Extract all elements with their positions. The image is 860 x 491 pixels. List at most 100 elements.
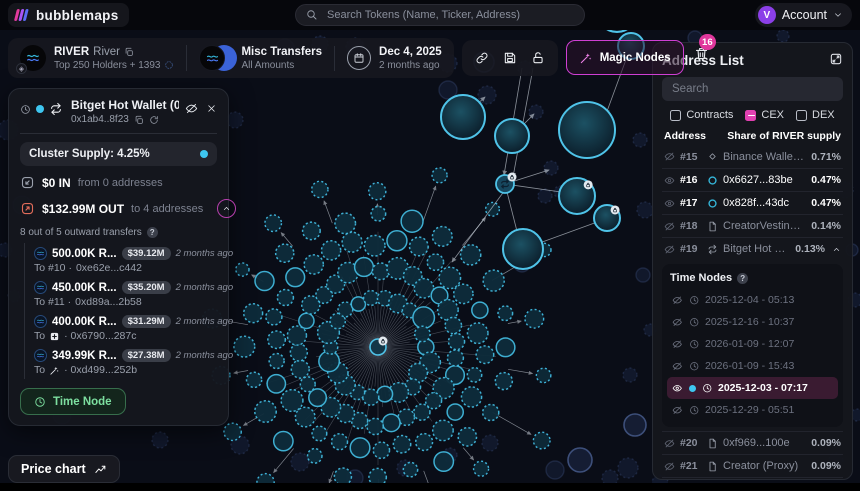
checkbox-icon[interactable] — [796, 110, 807, 121]
filter-checkbox[interactable]: DEX — [796, 109, 835, 121]
address-row[interactable]: #22 PancakeSwap Vault ... 0.08% — [662, 477, 843, 480]
lock-button[interactable] — [524, 40, 552, 76]
time-node-row[interactable]: 2026-01-09 - 15:43 — [667, 355, 838, 377]
clock-icon — [689, 295, 700, 306]
clock-icon — [689, 317, 700, 328]
time-nodes-panel: Time Nodes 2025-12-04 - 05:13 2025-12-16… — [662, 264, 843, 427]
chevron-up-icon[interactable] — [832, 245, 841, 254]
address-search-input[interactable] — [670, 82, 835, 96]
address-row[interactable]: #21 Creator (Proxy) 0.09% — [662, 454, 843, 477]
time-node-label: 2025-12-04 - 05:13 — [705, 294, 794, 306]
visibility-toggle-icon[interactable] — [664, 221, 675, 232]
visibility-toggle-icon[interactable] — [664, 244, 675, 255]
token-search[interactable] — [295, 4, 585, 26]
save-button[interactable] — [496, 40, 524, 76]
visibility-toggle-icon[interactable] — [664, 461, 675, 472]
address-name: CreatorVestingV2 — [723, 220, 806, 232]
address-rank: #16 — [680, 174, 702, 186]
account-menu[interactable]: V Account — [755, 3, 852, 27]
share-link-button[interactable] — [468, 40, 496, 76]
time-node-row[interactable]: 2025-12-03 - 07:17 — [667, 377, 838, 399]
filter-checkbox[interactable]: Contracts — [670, 109, 733, 121]
bubblemaps-logo[interactable]: bubblemaps — [8, 3, 129, 27]
transfer-row[interactable]: 500.00K R... $39.12M 2 months ago To #10… — [34, 243, 217, 277]
time-node-button[interactable]: Time Node — [20, 388, 126, 415]
link-icon — [475, 51, 489, 65]
address-row[interactable]: #16 0x6627...83be 0.47% — [662, 168, 843, 191]
time-node-row[interactable]: 2025-12-29 - 05:51 — [667, 399, 838, 421]
address-row[interactable]: #19 Bitget Hot Wall... 0.13% — [662, 237, 843, 260]
address-row[interactable]: #17 0x828f...43dc 0.47% — [662, 191, 843, 214]
lock-open-icon — [531, 51, 545, 65]
cluster-color-dot — [200, 150, 208, 158]
copy-icon[interactable] — [124, 47, 134, 57]
visibility-toggle-icon[interactable] — [672, 317, 683, 328]
chart-line-icon — [94, 463, 107, 476]
transfer-row[interactable]: 400.00K R... $31.29M 2 months ago To · 0… — [34, 311, 217, 345]
river-token-icon — [34, 349, 47, 362]
address-filters: Contracts CEX DEX — [662, 109, 843, 121]
col-address: Address — [664, 130, 706, 142]
transfer-amount: 400.00K R... — [52, 316, 117, 328]
transfer-row[interactable]: 349.99K R... $27.38M 2 months ago To · 0… — [34, 345, 217, 379]
visibility-toggle-icon[interactable] — [664, 175, 675, 186]
transfer-to-address[interactable]: 0xe62e...c442 — [76, 262, 142, 274]
time-node-row[interactable]: 2025-12-04 - 05:13 — [667, 289, 838, 311]
hide-wallet-icon[interactable] — [185, 102, 198, 115]
map-controls: ◈ RIVER River Top 250 Holders + 1393 Mis… — [8, 38, 711, 78]
address-search[interactable] — [662, 77, 843, 101]
logo-text: bubblemaps — [36, 8, 119, 23]
checkbox-icon[interactable] — [670, 110, 681, 121]
date-selector[interactable]: Dec 4, 2025 2 months ago — [334, 46, 454, 71]
time-nodes-title: Time Nodes — [670, 272, 732, 284]
time-node-row[interactable]: 2026-01-09 - 12:07 — [667, 333, 838, 355]
address-row[interactable]: #20 0xf969...100e 0.09% — [662, 431, 843, 454]
copy-address-icon[interactable] — [134, 115, 144, 125]
filter-checkbox[interactable]: CEX — [745, 109, 784, 121]
transfer-row[interactable]: 450.00K R... $35.20M 2 months ago To #11… — [34, 277, 217, 311]
time-node-row[interactable]: 2025-12-16 - 10:37 — [667, 311, 838, 333]
account-label: Account — [782, 8, 827, 22]
transfer-to-address[interactable]: 0xd89a...2b58 — [75, 296, 142, 308]
close-panel-icon[interactable] — [206, 103, 217, 114]
price-chart-button[interactable]: Price chart — [8, 455, 120, 483]
magic-nodes-button[interactable]: Magic Nodes — [566, 40, 684, 75]
address-share: 0.09% — [811, 437, 841, 449]
transfer-to-label: To #11 · — [34, 296, 71, 308]
transfer-usd-badge: $35.20M — [122, 281, 171, 294]
time-node-label: 2026-01-09 - 15:43 — [705, 360, 794, 372]
question-icon[interactable] — [147, 227, 158, 238]
visibility-toggle-icon[interactable] — [672, 361, 683, 372]
transfer-to-address[interactable]: · 0xd499...252b — [64, 364, 137, 376]
address-type-icon — [707, 151, 718, 162]
expand-panel-button[interactable] — [829, 52, 843, 69]
visibility-toggle-icon[interactable] — [664, 438, 675, 449]
address-name: 0x6627...83be — [723, 174, 806, 186]
external-link-icon[interactable] — [149, 115, 159, 125]
inflow-row: $0 IN from 0 addresses — [20, 175, 217, 190]
visibility-toggle-icon[interactable] — [664, 151, 675, 162]
transfer-time: 2 months ago — [176, 282, 234, 293]
address-row[interactable]: #18 CreatorVestingV2 0.14% — [662, 214, 843, 237]
visibility-toggle-icon[interactable] — [672, 405, 683, 416]
out-amount: $132.99M OUT — [42, 202, 124, 216]
avatar: V — [758, 6, 776, 24]
address-row[interactable]: #15 Binance Wallet Prox... 0.71% — [662, 145, 843, 168]
checkbox-icon[interactable] — [745, 110, 756, 121]
transfers-selector[interactable]: Misc Transfers All Amounts — [186, 45, 334, 71]
address-type-icon — [707, 221, 718, 232]
address-share: 0.47% — [811, 174, 841, 186]
token-selector[interactable]: ◈ RIVER River Top 250 Holders + 1393 — [8, 45, 186, 71]
visibility-toggle-icon[interactable] — [664, 198, 675, 209]
address-rank: #19 — [680, 243, 702, 255]
question-icon[interactable] — [737, 273, 748, 284]
transfer-to-address[interactable]: · 0x6790...287c — [64, 330, 136, 342]
arrow-in-icon — [20, 175, 35, 190]
visibility-toggle-icon[interactable] — [672, 295, 683, 306]
visibility-toggle-icon[interactable] — [672, 339, 683, 350]
filter-label: Contracts — [686, 109, 733, 121]
visibility-toggle-icon[interactable] — [672, 383, 683, 394]
transfers-title: Misc Transfers — [241, 46, 322, 58]
token-search-input[interactable] — [325, 8, 574, 22]
address-type-icon — [707, 175, 718, 186]
